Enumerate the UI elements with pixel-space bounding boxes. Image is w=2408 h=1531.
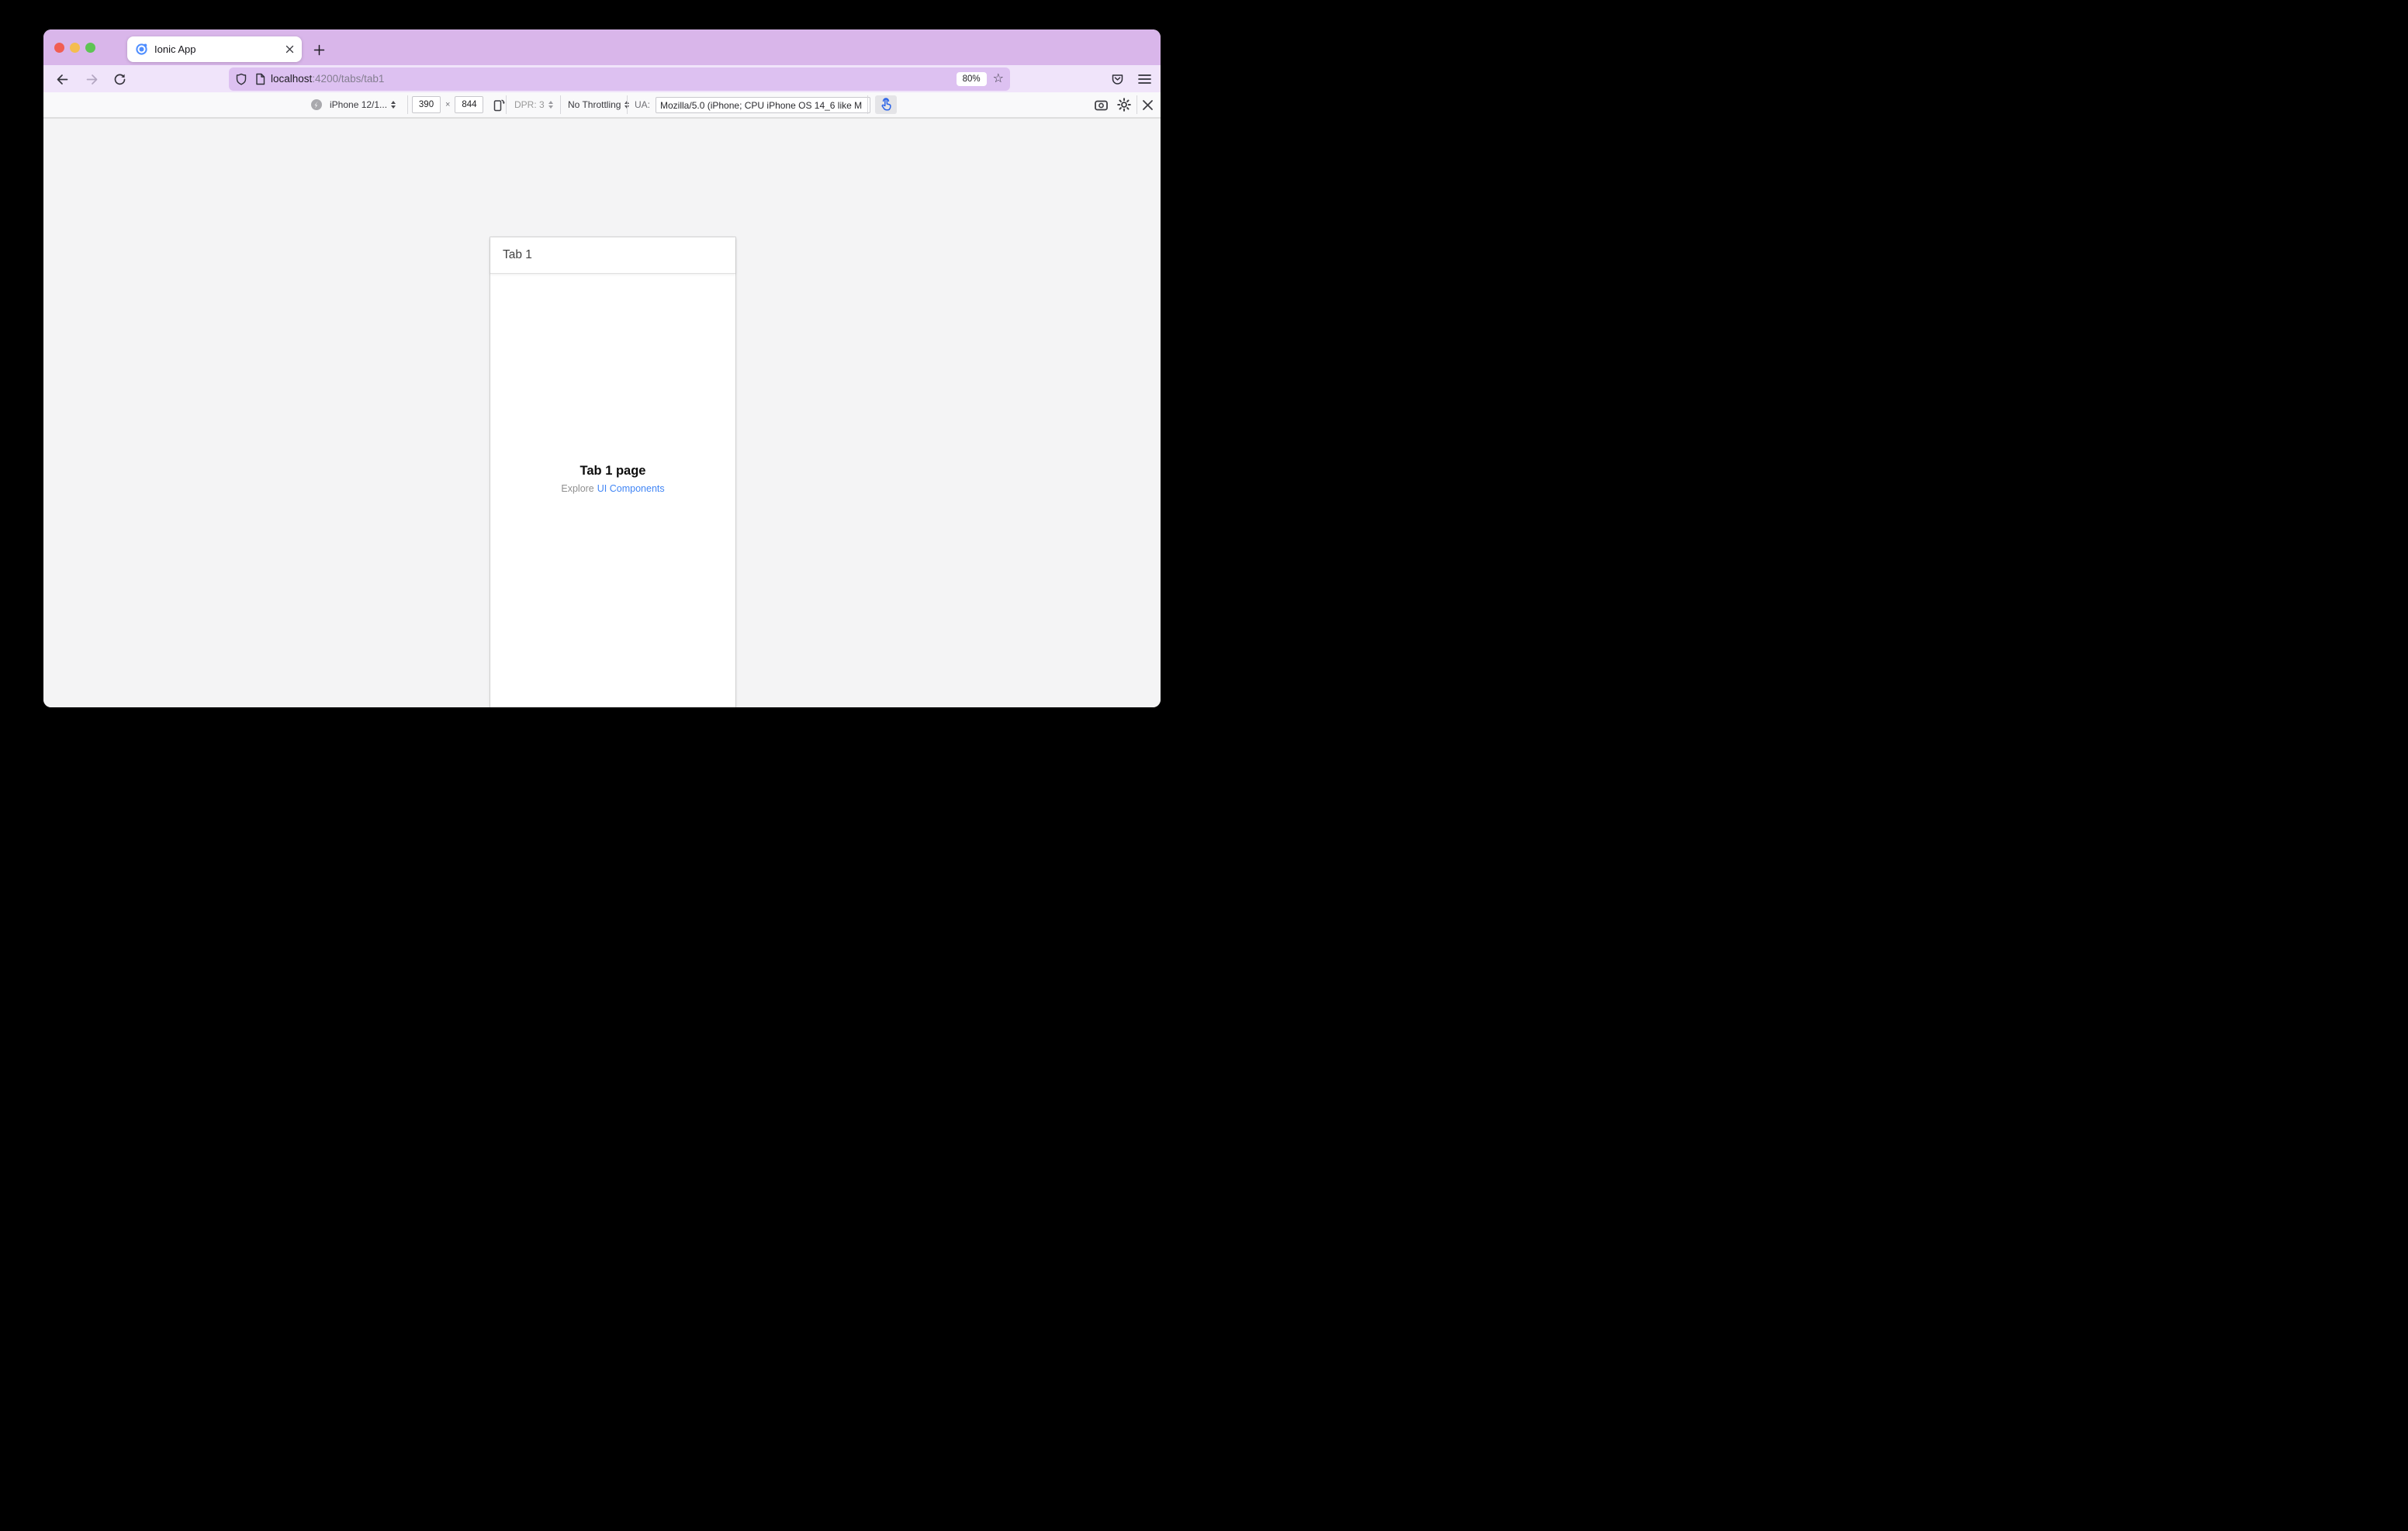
device-selector[interactable]: iPhone 12/1...: [310, 92, 396, 117]
separator: [867, 95, 868, 114]
explore-text: Explore: [561, 483, 594, 494]
touch-simulation-toggle[interactable]: [875, 95, 897, 114]
rdm-settings-button[interactable]: [1117, 92, 1131, 117]
minimize-window-button[interactable]: [70, 43, 80, 53]
user-agent-group: UA: Mozilla/5.0 (iPhone; CPU iPhone OS 1…: [635, 92, 871, 117]
dpr-label: DPR: 3: [514, 99, 545, 110]
back-arrow-icon: [57, 74, 67, 85]
tab-close-icon[interactable]: [285, 45, 294, 54]
back-button[interactable]: [50, 67, 74, 91]
rdm-close-button[interactable]: [1142, 92, 1154, 117]
ui-components-link[interactable]: UI Components: [597, 483, 665, 494]
throttling-selector[interactable]: No Throttling: [568, 92, 630, 117]
gear-icon: [1117, 98, 1131, 112]
separator: [627, 95, 628, 114]
shield-icon[interactable]: [235, 73, 247, 85]
times-label: ×: [445, 100, 451, 109]
tab-title: Ionic App: [154, 43, 196, 55]
browser-window: Ionic App localhost:4200/tabs/tab1 80% ☆…: [43, 29, 1161, 707]
app-header-title: Tab 1: [503, 248, 532, 261]
close-window-button[interactable]: [54, 43, 64, 53]
device-name: iPhone 12/1...: [330, 99, 388, 110]
browser-tab[interactable]: Ionic App: [127, 36, 302, 62]
throttling-label: No Throttling: [568, 99, 621, 110]
page-content: Tab 1 page Explore UI Components: [490, 464, 735, 494]
hamburger-menu-icon: [1137, 74, 1151, 84]
ua-input[interactable]: Mozilla/5.0 (iPhone; CPU iPhone OS 14_6 …: [656, 96, 871, 113]
separator: [506, 95, 507, 114]
screenshot-button[interactable]: [1094, 92, 1109, 117]
device-viewport: Tab 1 Tab 1 page ExploreUI Components Ta…: [490, 237, 735, 707]
forward-arrow-icon: [86, 74, 97, 85]
dpr-stepper[interactable]: [548, 101, 553, 109]
pocket-icon: [1112, 74, 1123, 85]
viewport-width-input[interactable]: 390: [412, 96, 441, 113]
viewport-size-group: 390 × 844: [412, 92, 506, 117]
forward-button[interactable]: [80, 67, 103, 91]
address-bar[interactable]: localhost:4200/tabs/tab1 80% ☆: [229, 67, 1010, 91]
page-title: Tab 1 page: [580, 464, 646, 478]
url-path: :4200/tabs/tab1: [312, 73, 385, 85]
separator: [560, 95, 561, 114]
separator: [407, 95, 408, 114]
device-profile-icon: [311, 99, 322, 110]
ua-label: UA:: [635, 99, 651, 110]
plus-icon: [313, 44, 324, 55]
page-subtitle: Explore UI Components: [490, 483, 735, 494]
browser-titlebar: Ionic App: [43, 29, 1161, 65]
url-text: localhost:4200/tabs/tab1: [271, 73, 957, 85]
content-deck: Tab 1 Tab 1 page ExploreUI Components Ta…: [43, 119, 1161, 707]
new-tab-button[interactable]: [309, 40, 329, 60]
zoom-window-button[interactable]: [85, 43, 95, 53]
app-header: Tab 1: [490, 237, 735, 274]
url-host: localhost: [271, 73, 313, 85]
rotate-viewport-icon[interactable]: [492, 98, 506, 112]
screen: Ionic App localhost:4200/tabs/tab1 80% ☆…: [0, 0, 1204, 766]
close-icon: [1143, 99, 1153, 110]
app-menu-button[interactable]: [1133, 67, 1156, 91]
viewport-height-input[interactable]: 844: [455, 96, 484, 113]
pocket-button[interactable]: [1105, 67, 1129, 91]
responsive-design-toolbar: iPhone 12/1... 390 × 844 DPR: 3 No Throt…: [43, 92, 1161, 119]
dpr-selector[interactable]: DPR: 3: [514, 92, 553, 117]
reload-icon: [114, 74, 125, 85]
camera-icon: [1095, 100, 1108, 110]
device-stepper[interactable]: [391, 101, 396, 109]
browser-navbar: localhost:4200/tabs/tab1 80% ☆: [43, 65, 1161, 92]
zoom-level-badge[interactable]: 80%: [956, 71, 987, 86]
reload-button[interactable]: [108, 67, 131, 91]
ionic-favicon: [136, 43, 147, 55]
bookmark-star-icon[interactable]: ☆: [993, 72, 1004, 85]
page-info-icon[interactable]: [254, 73, 266, 85]
touch-hand-icon: [881, 98, 891, 111]
